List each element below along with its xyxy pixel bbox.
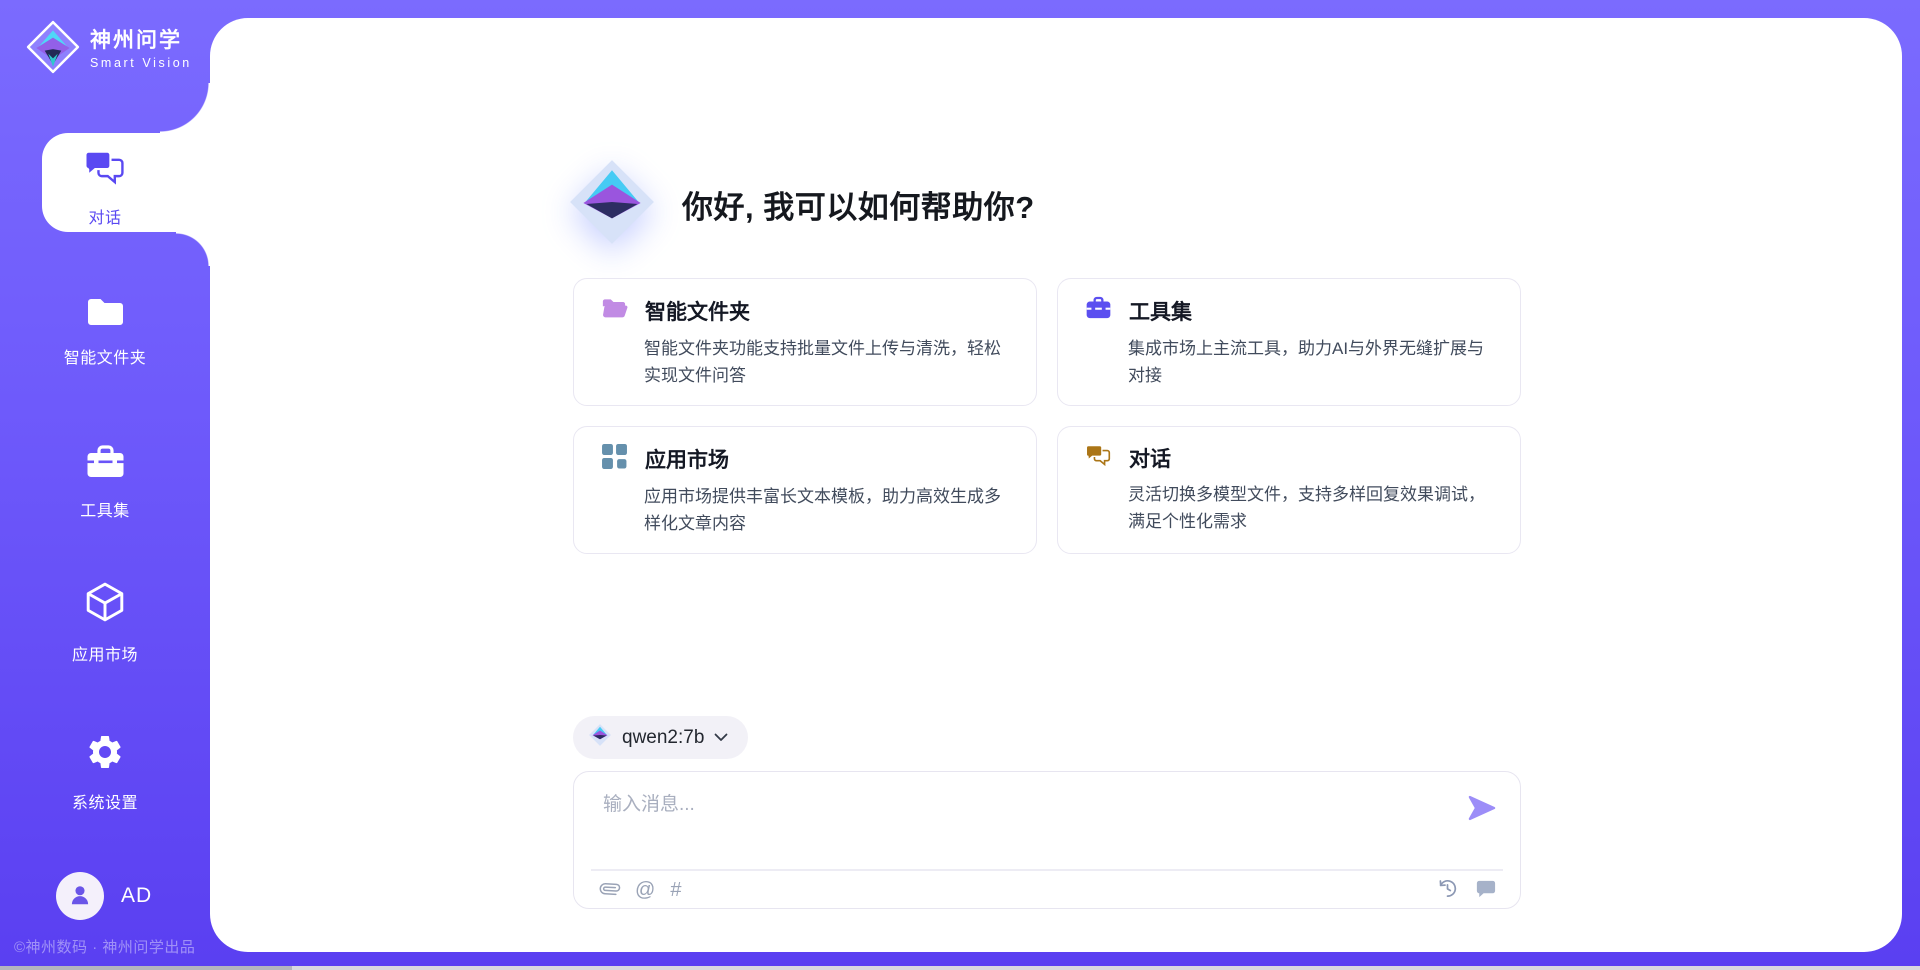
- card-chat[interactable]: 对话 灵活切换多模型文件，支持多样回复效果调试，满足个性化需求: [1057, 426, 1521, 554]
- diamond-logo-icon: [588, 723, 612, 752]
- model-name: qwen2:7b: [622, 727, 704, 749]
- paperclip-icon: [600, 878, 620, 903]
- greeting-text: 你好, 我可以如何帮助你?: [682, 182, 1035, 227]
- diamond-logo-icon: [566, 156, 658, 253]
- brand-name: 神州问学: [90, 29, 192, 53]
- sidebar-item-label: 智能文件夹: [64, 344, 147, 368]
- card-title: 工具集: [1129, 296, 1192, 326]
- card-toolset[interactable]: 工具集 集成市场上主流工具，助力AI与外界无缝扩展与对接: [1057, 278, 1521, 406]
- send-icon: [1467, 811, 1497, 826]
- app-window: 神州问学 Smart Vision 对话 智能文件夹: [0, 0, 1920, 970]
- sidebar-item-toolset[interactable]: 工具集: [2, 444, 208, 521]
- chevron-down-icon: [714, 729, 728, 747]
- send-button[interactable]: [1467, 793, 1497, 823]
- folder-open-icon: [601, 295, 628, 327]
- user-initials: AD: [121, 884, 152, 908]
- composer-toolbar: @ #: [600, 876, 1497, 904]
- message-bubble-button[interactable]: [1474, 877, 1497, 903]
- chat-bubbles-icon: [83, 150, 127, 192]
- sidebar-item-label: 应用市场: [72, 641, 138, 665]
- gear-icon: [85, 732, 125, 777]
- history-icon: [1436, 877, 1459, 903]
- modules-icon: [601, 443, 628, 475]
- sidebar-item-label: 对话: [88, 204, 121, 228]
- sidebar-item-system-settings[interactable]: 系统设置: [2, 732, 208, 813]
- tab-fillet-bottom: [176, 232, 210, 266]
- briefcase-icon: [1085, 295, 1112, 327]
- chat-bubbles-icon: [1085, 444, 1112, 473]
- user-chip[interactable]: AD: [56, 872, 152, 920]
- horizontal-scrollbar[interactable]: [0, 966, 1920, 970]
- sidebar-footer-text: ©神州数码 · 神州问学出品: [14, 936, 195, 957]
- card-title: 应用市场: [645, 444, 729, 474]
- card-title: 智能文件夹: [645, 296, 750, 326]
- person-icon: [67, 881, 93, 912]
- message-icon: [1474, 877, 1497, 903]
- card-description: 应用市场提供丰富长文本模板，助力高效生成多样化文章内容: [644, 484, 1010, 538]
- sidebar-item-chat[interactable]: 对话: [2, 150, 208, 228]
- message-composer: @ #: [573, 771, 1521, 909]
- brand-subtitle: Smart Vision: [90, 56, 192, 70]
- main-panel: 你好, 我可以如何帮助你? 智能文件夹 智能文件夹功能支持批量文件: [210, 18, 1902, 952]
- card-description: 集成市场上主流工具，助力AI与外界无缝扩展与对接: [1128, 336, 1494, 390]
- folder-icon: [85, 294, 126, 332]
- sidebar-item-label: 系统设置: [72, 789, 138, 813]
- card-app-market[interactable]: 应用市场 应用市场提供丰富长文本模板，助力高效生成多样化文章内容: [573, 426, 1037, 554]
- diamond-logo-icon: [26, 20, 80, 79]
- sidebar-item-label: 工具集: [80, 497, 130, 521]
- card-description: 智能文件夹功能支持批量文件上传与清洗，轻松实现文件问答: [644, 336, 1010, 390]
- brand: 神州问学 Smart Vision: [26, 20, 192, 79]
- card-description: 灵活切换多模型文件，支持多样回复效果调试，满足个性化需求: [1128, 482, 1494, 536]
- card-smart-folder[interactable]: 智能文件夹 智能文件夹功能支持批量文件上传与清洗，轻松实现文件问答: [573, 278, 1037, 406]
- attach-file-button[interactable]: [600, 878, 620, 903]
- history-button[interactable]: [1436, 877, 1459, 903]
- composer-divider: [591, 869, 1503, 871]
- cube-icon: [84, 580, 126, 629]
- hash-icon[interactable]: #: [670, 880, 681, 900]
- toolbox-icon: [85, 444, 126, 485]
- feature-cards: 智能文件夹 智能文件夹功能支持批量文件上传与清洗，轻松实现文件问答: [573, 278, 1521, 554]
- at-icon[interactable]: @: [635, 880, 655, 900]
- scrollbar-thumb[interactable]: [0, 966, 292, 970]
- avatar: [56, 872, 104, 920]
- sidebar-item-app-market[interactable]: 应用市场: [2, 580, 208, 665]
- card-title: 对话: [1129, 443, 1171, 473]
- tab-fillet-top: [160, 83, 210, 133]
- message-input[interactable]: [601, 786, 1445, 824]
- sidebar-item-smart-folder[interactable]: 智能文件夹: [2, 294, 208, 368]
- greeting: 你好, 我可以如何帮助你?: [566, 156, 1035, 253]
- model-selector[interactable]: qwen2:7b: [573, 716, 748, 759]
